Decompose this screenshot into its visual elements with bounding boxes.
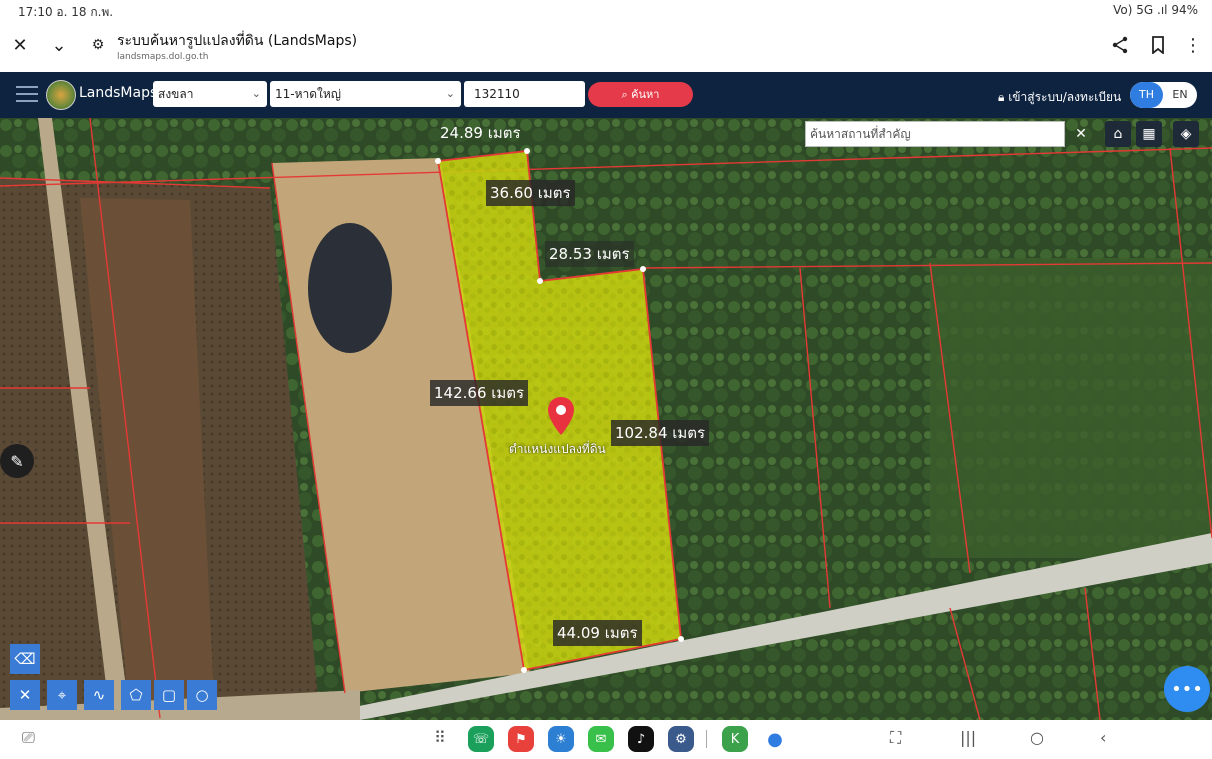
marker-icon[interactable]: ⌖ (47, 680, 77, 710)
polyline-icon[interactable]: ∿ (84, 680, 114, 710)
measure-tools-icon[interactable]: ✕ (10, 680, 40, 710)
eraser-icon[interactable]: ⌫ (10, 644, 40, 674)
messages-app-icon[interactable]: ● (762, 726, 788, 752)
chevron-down-icon: ⌄ (251, 87, 261, 100)
screenshot-icon[interactable]: ⛶ (890, 728, 901, 748)
screen-icon[interactable]: ⎚ (22, 728, 35, 748)
brand-name: LandsMaps (79, 85, 158, 101)
status-indicators: Vo) 5G .ıl 94% (1113, 3, 1198, 17)
tiktok-app-icon[interactable]: ♪ (628, 726, 654, 752)
bookmark-icon[interactable] (1145, 32, 1171, 58)
landsmaps-logo (46, 80, 76, 110)
location-pin-icon[interactable] (546, 396, 576, 436)
more-vert-icon[interactable]: ⋮ (1180, 32, 1206, 58)
search-button-label: ค้นหา (631, 88, 660, 101)
close-icon[interactable]: ✕ (7, 32, 33, 58)
login-link[interactable]: 🔒︎ เข้าสู่ระบบ/ลงทะเบียน (998, 88, 1121, 107)
app-header: LandsMaps สงขลา ⌄ 11-หาดใหญ่ ⌄ 132110 ⌕ … (0, 72, 1212, 118)
grid-icon[interactable]: ▦ (1136, 121, 1162, 147)
district-value: 11-หาดใหญ่ (275, 87, 342, 101)
clear-search-icon[interactable]: ✕ (1068, 121, 1094, 147)
recents-icon[interactable]: ||| (960, 728, 976, 747)
search-icon: ⌕ (621, 88, 632, 101)
circle-icon[interactable]: ○ (187, 680, 217, 710)
search-button[interactable]: ⌕ ค้นหา (588, 82, 693, 107)
page-title: ระบบค้นหารูปแปลงที่ดิน (LandsMaps) (117, 33, 358, 49)
lang-en-button[interactable]: EN (1163, 82, 1197, 108)
measurement-left-side: 142.66 เมตร (430, 380, 529, 406)
system-navbar: ⎚ ⠿ ☏ ⚑ ☀ ✉ ♪ ⚙ K ● ⛶ ||| ○ ‹ (0, 720, 1212, 759)
dock-divider (706, 730, 707, 748)
page-url: landsmaps.dol.go.th (117, 52, 209, 62)
edit-pencil-icon[interactable]: ✎ (0, 444, 34, 478)
line-app-icon[interactable]: ✉ (588, 726, 614, 752)
map-view[interactable]: 24.89 เมตร 36.60 เมตร 28.53 เมตร 142.66 … (0, 118, 1212, 720)
chevron-down-icon: ⌄ (445, 87, 455, 100)
parcel-number-input[interactable]: 132110 (464, 81, 585, 107)
measurement-notch-vertical: 36.60 เมตร (486, 180, 575, 206)
menu-icon[interactable] (16, 86, 38, 104)
back-icon[interactable]: ‹ (1100, 728, 1106, 747)
status-time: 17:10 อ. 18 ก.พ. (18, 5, 114, 19)
site-settings-icon[interactable]: ⚙ (85, 32, 111, 58)
polygon-icon[interactable]: ⬠ (121, 680, 151, 710)
measurement-bottom: 44.09 เมตร (553, 620, 642, 646)
settings-app-icon[interactable]: ⚙ (668, 726, 694, 752)
weather-app-icon[interactable]: ☀ (548, 726, 574, 752)
phone-app-icon[interactable]: ☏ (468, 726, 494, 752)
language-toggle[interactable]: TH EN (1130, 82, 1197, 108)
province-value: สงขลา (158, 87, 194, 101)
rectangle-icon[interactable]: ▢ (154, 680, 184, 710)
measurement-notch-horizontal: 28.53 เมตร (545, 241, 634, 267)
more-options-icon[interactable]: ••• (1164, 666, 1210, 712)
login-label: เข้าสู่ระบบ/ลงทะเบียน (1008, 90, 1122, 104)
chevron-down-icon[interactable]: ⌄ (46, 32, 72, 58)
lock-icon: 🔒︎ (998, 90, 1009, 104)
measurement-top: 24.89 เมตร (440, 124, 521, 142)
lang-th-button[interactable]: TH (1130, 82, 1163, 108)
home-nav-icon[interactable]: ○ (1030, 728, 1044, 747)
flag-app-icon[interactable]: ⚑ (508, 726, 534, 752)
share-icon[interactable] (1107, 32, 1133, 58)
place-search-input[interactable]: ค้นหาสถานที่สำคัญ (805, 121, 1065, 147)
status-bar: 17:10 อ. 18 ก.พ. Vo) 5G .ıl 94% (0, 0, 1212, 22)
app-drawer-icon[interactable]: ⠿ (434, 728, 446, 747)
layers-icon[interactable]: ◈ (1173, 121, 1199, 147)
kasikorn-app-icon[interactable]: K (722, 726, 748, 752)
home-icon[interactable]: ⌂ (1105, 121, 1131, 147)
pin-label: ตำแหน่งแปลงที่ดิน (509, 442, 606, 456)
province-select[interactable]: สงขลา ⌄ (153, 81, 267, 107)
district-select[interactable]: 11-หาดใหญ่ ⌄ (270, 81, 461, 107)
measurement-right-side: 102.84 เมตร (611, 420, 710, 446)
browser-toolbar: ✕ ⌄ ⚙ ระบบค้นหารูปแปลงที่ดิน (LandsMaps)… (0, 22, 1212, 72)
